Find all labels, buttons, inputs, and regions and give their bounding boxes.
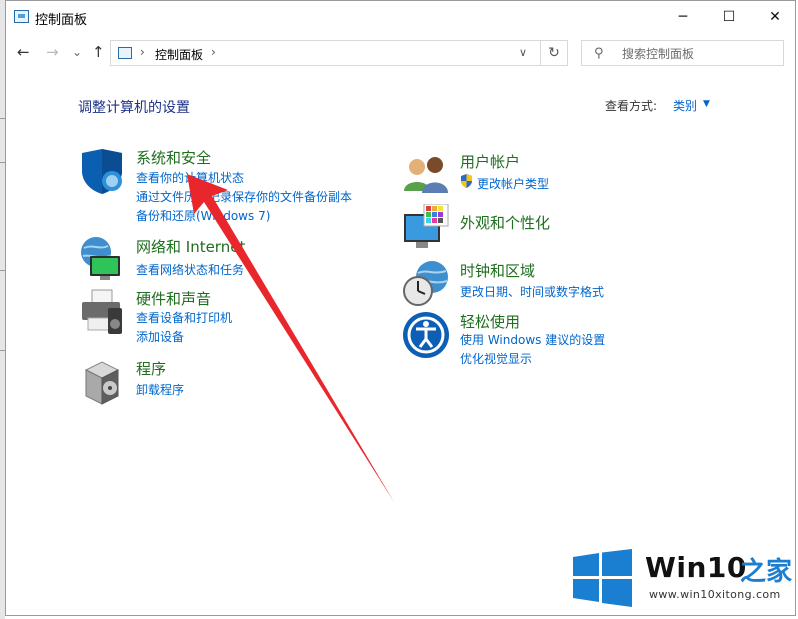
annotation-arrow <box>187 174 394 502</box>
